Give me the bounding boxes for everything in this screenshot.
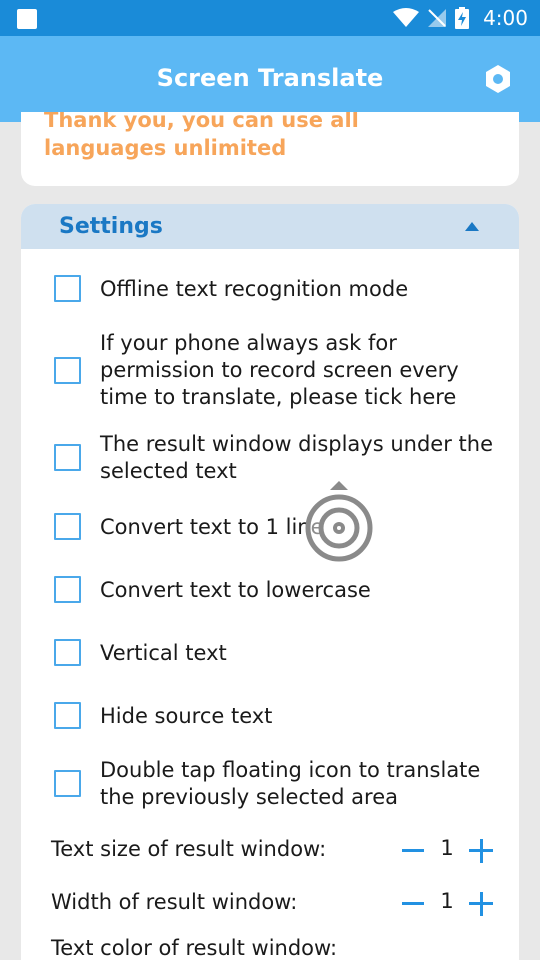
option-label: Convert text to lowercase bbox=[100, 578, 371, 602]
option-label: If your phone always ask for permission … bbox=[100, 331, 459, 409]
option-one-line[interactable]: Convert text to 1 line bbox=[21, 512, 519, 542]
checkbox[interactable] bbox=[54, 357, 81, 384]
settings-title: Settings bbox=[59, 214, 163, 239]
option-vertical-text[interactable]: Vertical text bbox=[21, 638, 519, 668]
settings-header[interactable]: Settings bbox=[21, 204, 519, 249]
status-time: 4:00 bbox=[483, 6, 528, 30]
checkbox[interactable] bbox=[54, 770, 81, 797]
checkbox[interactable] bbox=[54, 513, 81, 540]
text-color-label: Text color of result window: bbox=[51, 936, 338, 960]
option-result-under-text[interactable]: The result window displays under the sel… bbox=[21, 431, 519, 487]
option-lowercase[interactable]: Convert text to lowercase bbox=[21, 575, 519, 605]
checkbox[interactable] bbox=[54, 702, 81, 729]
wifi-icon bbox=[393, 8, 420, 27]
option-hide-source[interactable]: Hide source text bbox=[21, 701, 519, 731]
text-color-row[interactable]: Text color of result window: bbox=[21, 932, 519, 960]
status-bar: 4:00 bbox=[0, 0, 540, 36]
checkbox[interactable] bbox=[54, 576, 81, 603]
checkbox[interactable] bbox=[54, 275, 81, 302]
text-size-label: Text size of result window: bbox=[51, 837, 327, 861]
checkbox[interactable] bbox=[54, 444, 81, 471]
checkbox[interactable] bbox=[54, 639, 81, 666]
battery-charging-icon bbox=[455, 7, 470, 29]
option-double-tap[interactable]: Double tap floating icon to translate th… bbox=[21, 757, 519, 813]
width-value: 1 bbox=[440, 889, 454, 913]
decrease-width-button[interactable] bbox=[402, 902, 424, 905]
option-record-permission[interactable]: If your phone always ask for permission … bbox=[21, 330, 519, 414]
floating-target-icon[interactable] bbox=[300, 478, 378, 566]
increase-text-size-button[interactable] bbox=[469, 839, 493, 863]
option-label: Double tap floating icon to translate th… bbox=[100, 758, 481, 809]
app-bar: Screen Translate bbox=[0, 36, 540, 122]
text-size-stepper: Text size of result window: 1 bbox=[21, 833, 519, 869]
option-label: Offline text recognition mode bbox=[100, 277, 409, 301]
option-label: Hide source text bbox=[100, 704, 273, 728]
option-label: The result window displays under the sel… bbox=[100, 432, 493, 483]
no-signal-icon bbox=[428, 9, 447, 27]
settings-hexagon-icon[interactable] bbox=[484, 64, 512, 94]
decrease-text-size-button[interactable] bbox=[402, 849, 424, 852]
increase-width-button[interactable] bbox=[469, 892, 493, 916]
option-offline-ocr[interactable]: Offline text recognition mode bbox=[21, 274, 519, 304]
app-title: Screen Translate bbox=[156, 64, 384, 92]
settings-card: Settings Offline text recognition mode I… bbox=[21, 204, 519, 960]
notification-icon bbox=[17, 9, 37, 29]
collapse-caret-icon[interactable] bbox=[465, 222, 479, 231]
text-size-value: 1 bbox=[440, 836, 454, 860]
thank-you-message: Thank you, you can use all languages unl… bbox=[44, 112, 359, 160]
width-stepper: Width of result window: 1 bbox=[21, 886, 519, 922]
width-label: Width of result window: bbox=[51, 890, 298, 914]
purchase-status-card: Thank you, you can use all languages unl… bbox=[21, 112, 519, 186]
option-label: Vertical text bbox=[100, 641, 227, 665]
